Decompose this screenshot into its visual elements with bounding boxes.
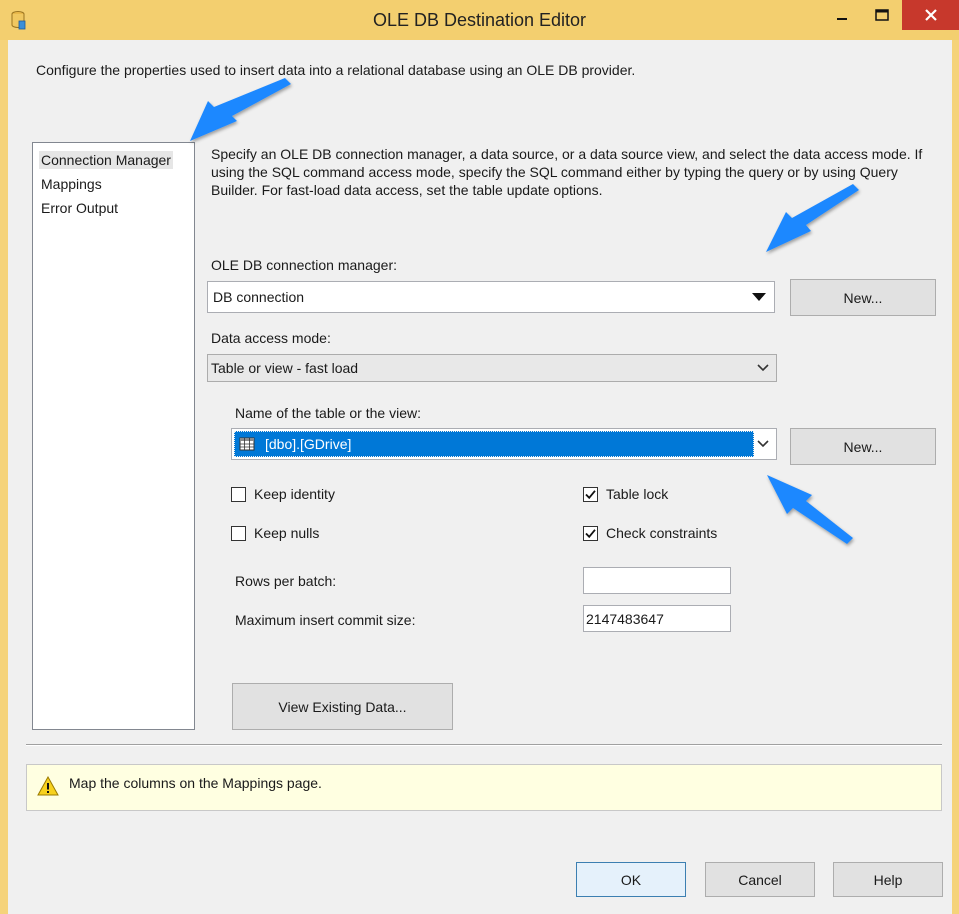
minimize-icon bbox=[837, 18, 847, 20]
keep-identity-label: Keep identity bbox=[254, 486, 335, 502]
keep-nulls-checkbox[interactable] bbox=[231, 525, 246, 541]
close-icon bbox=[924, 9, 937, 21]
check-constraints-checkbox[interactable] bbox=[583, 525, 598, 541]
keep-nulls-option[interactable]: Keep nulls bbox=[231, 525, 319, 541]
check-constraints-option[interactable]: Check constraints bbox=[583, 525, 717, 541]
rows-per-batch-input[interactable] bbox=[583, 567, 731, 594]
table-lock-label: Table lock bbox=[606, 486, 669, 502]
keep-identity-checkbox[interactable] bbox=[231, 486, 246, 502]
chevron-down-icon bbox=[754, 355, 772, 381]
message-area: Map the columns on the Mappings page. bbox=[26, 764, 942, 811]
nav-item-connection-manager[interactable]: Connection Manager bbox=[39, 151, 173, 169]
new-table-button[interactable]: New... bbox=[790, 428, 936, 465]
dialog-client: Configure the properties used to insert … bbox=[8, 40, 952, 914]
max-commit-size-label: Maximum insert commit size: bbox=[235, 612, 416, 628]
close-button[interactable] bbox=[902, 0, 959, 30]
table-lock-checkbox[interactable] bbox=[583, 486, 598, 502]
new-connection-button[interactable]: New... bbox=[790, 279, 936, 316]
cancel-button[interactable]: Cancel bbox=[705, 862, 815, 897]
check-constraints-label: Check constraints bbox=[606, 525, 718, 541]
ok-button[interactable]: OK bbox=[576, 862, 686, 897]
separator bbox=[26, 744, 942, 746]
table-name-dropdown[interactable]: [dbo].[GDrive] bbox=[231, 428, 777, 460]
table-name-selection: [dbo].[GDrive] bbox=[234, 431, 754, 457]
nav-list[interactable]: Connection Manager Mappings Error Output bbox=[32, 142, 195, 730]
title-bar[interactable]: OLE DB Destination Editor bbox=[0, 0, 959, 40]
checkmark-icon bbox=[585, 489, 596, 499]
table-icon bbox=[239, 437, 255, 451]
table-lock-option[interactable]: Table lock bbox=[583, 486, 668, 502]
checkmark-icon bbox=[585, 528, 596, 538]
access-mode-label: Data access mode: bbox=[211, 330, 331, 346]
help-button[interactable]: Help bbox=[833, 862, 943, 897]
access-mode-dropdown[interactable]: Table or view - fast load bbox=[207, 354, 777, 382]
table-name-value: [dbo].[GDrive] bbox=[265, 436, 352, 452]
maximize-button[interactable] bbox=[862, 0, 902, 30]
table-name-label: Name of the table or the view: bbox=[235, 405, 421, 421]
max-commit-size-input[interactable]: 2147483647 bbox=[583, 605, 731, 632]
instructions-text: Specify an OLE DB connection manager, a … bbox=[211, 146, 923, 198]
window-title: OLE DB Destination Editor bbox=[372, 10, 587, 30]
connection-manager-label: OLE DB connection manager: bbox=[211, 257, 397, 273]
chevron-down-icon bbox=[754, 429, 772, 459]
minimize-button[interactable] bbox=[822, 0, 862, 30]
view-existing-data-button[interactable]: View Existing Data... bbox=[232, 683, 453, 730]
nav-item-error-output[interactable]: Error Output bbox=[39, 199, 120, 217]
rows-per-batch-label: Rows per batch: bbox=[235, 573, 337, 589]
dropdown-arrow-icon[interactable] bbox=[745, 283, 773, 311]
keep-nulls-label: Keep nulls bbox=[254, 525, 320, 541]
nav-item-mappings[interactable]: Mappings bbox=[39, 175, 104, 193]
warning-icon bbox=[37, 775, 59, 799]
message-text: Map the columns on the Mappings page. bbox=[69, 775, 322, 791]
dialog-description: Configure the properties used to insert … bbox=[36, 62, 636, 78]
maximize-icon bbox=[875, 9, 889, 21]
access-mode-value: Table or view - fast load bbox=[211, 360, 359, 376]
keep-identity-option[interactable]: Keep identity bbox=[231, 486, 335, 502]
connection-manager-dropdown[interactable]: DB connection bbox=[207, 281, 775, 313]
connection-manager-value: DB connection bbox=[213, 289, 305, 305]
